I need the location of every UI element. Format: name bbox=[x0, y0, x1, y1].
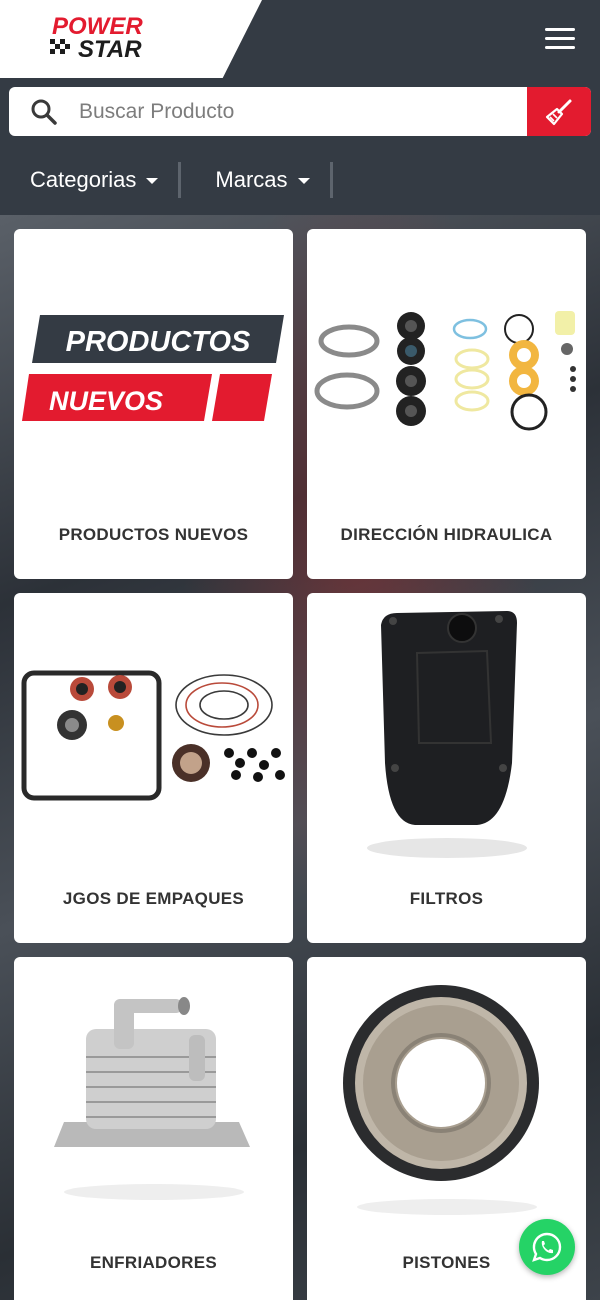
caret-down-icon bbox=[297, 178, 310, 184]
category-card-jgos-de-empaques[interactable]: JGOS DE EMPAQUES bbox=[14, 593, 293, 943]
category-image bbox=[14, 957, 293, 1237]
category-label: PRODUCTOS NUEVOS bbox=[58, 525, 249, 544]
hamburger-menu-icon[interactable] bbox=[545, 28, 575, 52]
category-card-productos-nuevos[interactable]: PRODUCTOS NUEVOS PRODUCTOS NUEVOS bbox=[14, 229, 293, 579]
svg-text:STAR: STAR bbox=[78, 36, 142, 62]
category-image bbox=[307, 229, 586, 509]
category-grid: PRODUCTOS NUEVOS PRODUCTOS NUEVOS DIRECC… bbox=[14, 229, 586, 1300]
category-image bbox=[14, 593, 293, 873]
search-box bbox=[9, 87, 591, 136]
search-input[interactable] bbox=[79, 87, 519, 136]
category-image bbox=[307, 957, 586, 1237]
whatsapp-button[interactable] bbox=[519, 1219, 575, 1275]
filter-bar: Categorias Marcas bbox=[0, 160, 333, 200]
category-card-direccion-hidraulica[interactable]: DIRECCIÓN HIDRAULICA bbox=[307, 229, 586, 579]
divider bbox=[329, 162, 333, 198]
search-bar-section: Categorias Marcas bbox=[0, 78, 600, 215]
search-icon[interactable] bbox=[31, 99, 57, 125]
category-image: PRODUCTOS NUEVOS bbox=[14, 229, 293, 509]
categories-dropdown-label: Categorias bbox=[30, 167, 137, 192]
brands-dropdown-label: Marcas bbox=[215, 167, 288, 192]
whatsapp-icon bbox=[532, 1232, 562, 1262]
category-label: JGOS DE EMPAQUES bbox=[62, 889, 245, 908]
power-star-logo: POWER STAR bbox=[50, 13, 143, 62]
category-card-enfriadores[interactable]: ENFRIADORES bbox=[14, 957, 293, 1300]
logo-container[interactable]: POWER STAR bbox=[0, 0, 262, 78]
brands-dropdown[interactable]: Marcas bbox=[181, 162, 329, 198]
category-card-filtros[interactable]: FILTROS bbox=[307, 593, 586, 943]
category-label: ENFRIADORES bbox=[89, 1253, 218, 1272]
broom-icon bbox=[545, 99, 572, 125]
caret-down-icon bbox=[146, 178, 159, 184]
top-header: POWER STAR bbox=[0, 0, 600, 78]
category-label: DIRECCIÓN HIDRAULICA bbox=[340, 525, 553, 544]
banner-bottom-text: NUEVOS bbox=[49, 386, 163, 416]
clear-search-button[interactable] bbox=[527, 87, 591, 136]
category-image bbox=[307, 593, 586, 873]
category-label: FILTROS bbox=[409, 889, 484, 908]
categories-dropdown[interactable]: Categorias bbox=[0, 162, 178, 198]
banner-top-text: PRODUCTOS bbox=[66, 326, 251, 358]
